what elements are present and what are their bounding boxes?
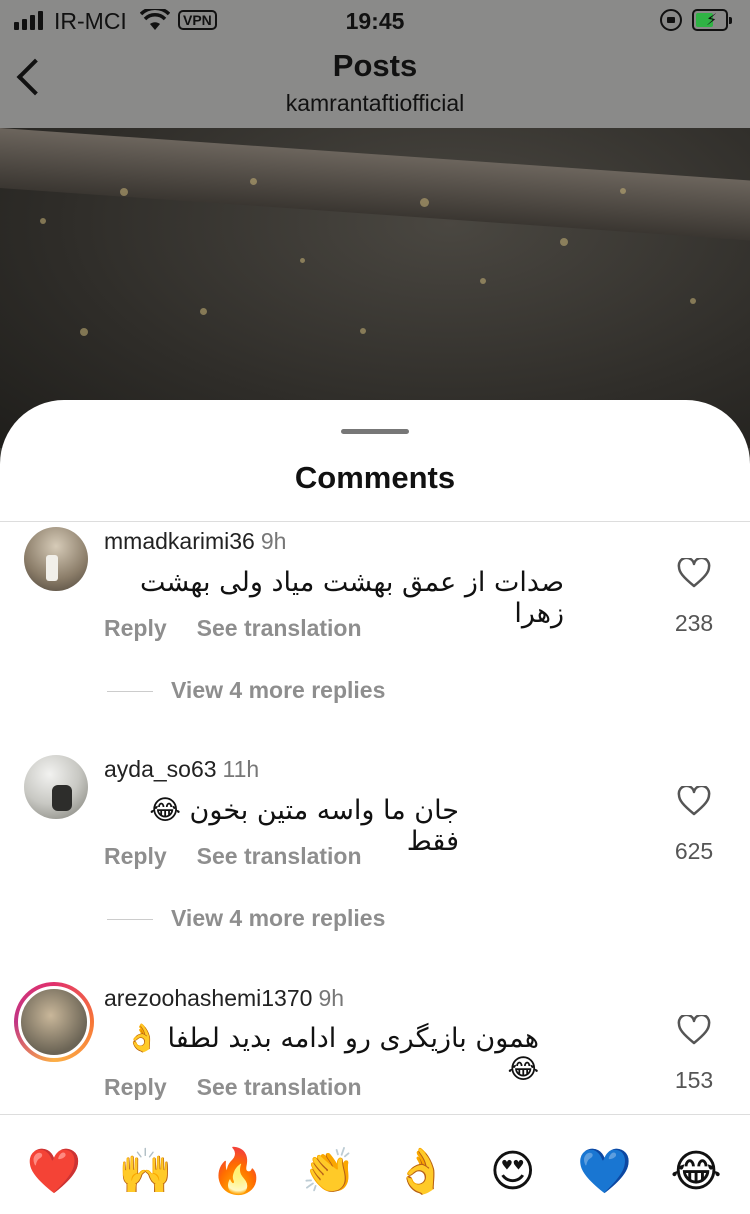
like-count: 153 [674, 1067, 714, 1093]
comment-username[interactable]: ayda_so63 11h [104, 756, 259, 783]
reaction-bar-divider [0, 1114, 750, 1115]
comment-actions: Reply See translation [104, 1074, 392, 1101]
comment-time: 11h [222, 756, 260, 782]
battery-icon: ⚡ [692, 9, 732, 31]
sheet-drag-handle[interactable] [341, 429, 409, 434]
clapping-hands-emoji-button[interactable]: 👏 [294, 1140, 364, 1204]
username-text[interactable]: mmadkarimi36 [104, 528, 255, 554]
see-translation-button[interactable]: See translation [197, 615, 362, 641]
see-translation-button[interactable]: See translation [197, 1074, 362, 1100]
fire-emoji-button[interactable]: 🔥 [202, 1140, 272, 1204]
avatar[interactable] [24, 755, 88, 819]
red-heart-emoji-button[interactable]: ❤️ [19, 1140, 89, 1204]
sheet-title: Comments [294, 460, 456, 495]
comments-sheet: Comments mmadkarimi36 9h صدات از عمق بهشت… [0, 400, 750, 1214]
like-count: 625 [674, 838, 714, 864]
blue-heart-emoji-button[interactable]: 💙 [569, 1140, 639, 1204]
status-time: 19:45 [345, 8, 405, 34]
reply-button[interactable]: Reply [104, 615, 167, 641]
divider [0, 521, 750, 522]
avatar-with-story-ring[interactable] [14, 982, 94, 1062]
orientation-lock-icon [660, 9, 682, 31]
username-text[interactable]: arezoohashemi1370 [104, 985, 312, 1011]
page-title: Posts [332, 48, 418, 83]
heart-icon[interactable] [677, 1015, 711, 1045]
avatar[interactable] [24, 527, 88, 591]
heart-icon[interactable] [677, 558, 711, 588]
view-more-replies-label[interactable]: View 4 more replies [171, 905, 385, 931]
comment-actions: Reply See translation [104, 615, 392, 642]
heart-eyes-emoji-button[interactable]: 😍 [478, 1140, 548, 1204]
comment-actions: Reply See translation [104, 843, 392, 870]
like-count: 238 [674, 610, 714, 636]
see-translation-button[interactable]: See translation [197, 843, 362, 869]
replies-line [107, 919, 153, 921]
view-more-replies-button[interactable]: View 4 more replies [107, 677, 385, 704]
avatar [18, 986, 90, 1058]
ok-hand-emoji-button[interactable]: 👌 [386, 1140, 456, 1204]
status-bar: IR-MCI VPN 19:45 ⚡ [0, 0, 750, 42]
raising-hands-emoji-button[interactable]: 🙌 [111, 1140, 181, 1204]
comment-time: 9h [318, 985, 345, 1011]
username-text[interactable]: ayda_so63 [104, 756, 217, 782]
top-bar: IR-MCI VPN 19:45 ⚡ Posts kamrantaftioffi… [0, 0, 750, 128]
charging-bolt-icon: ⚡ [706, 12, 718, 29]
view-more-replies-label[interactable]: View 4 more replies [171, 677, 385, 703]
comment-username[interactable]: mmadkarimi36 9h [104, 528, 286, 555]
account-username[interactable]: kamrantaftiofficial [0, 90, 750, 117]
reply-button[interactable]: Reply [104, 1074, 167, 1100]
comment-time: 9h [260, 528, 287, 554]
reply-button[interactable]: Reply [104, 843, 167, 869]
quick-reaction-bar: ❤️ 🙌 🔥 👏 👌 😍 💙 😂 [0, 1140, 750, 1204]
heart-icon[interactable] [677, 786, 711, 816]
replies-line [107, 691, 153, 693]
comment-username[interactable]: arezoohashemi1370 9h [104, 985, 344, 1012]
tears-of-joy-emoji-button[interactable]: 😂 [661, 1140, 731, 1204]
view-more-replies-button[interactable]: View 4 more replies [107, 905, 385, 932]
